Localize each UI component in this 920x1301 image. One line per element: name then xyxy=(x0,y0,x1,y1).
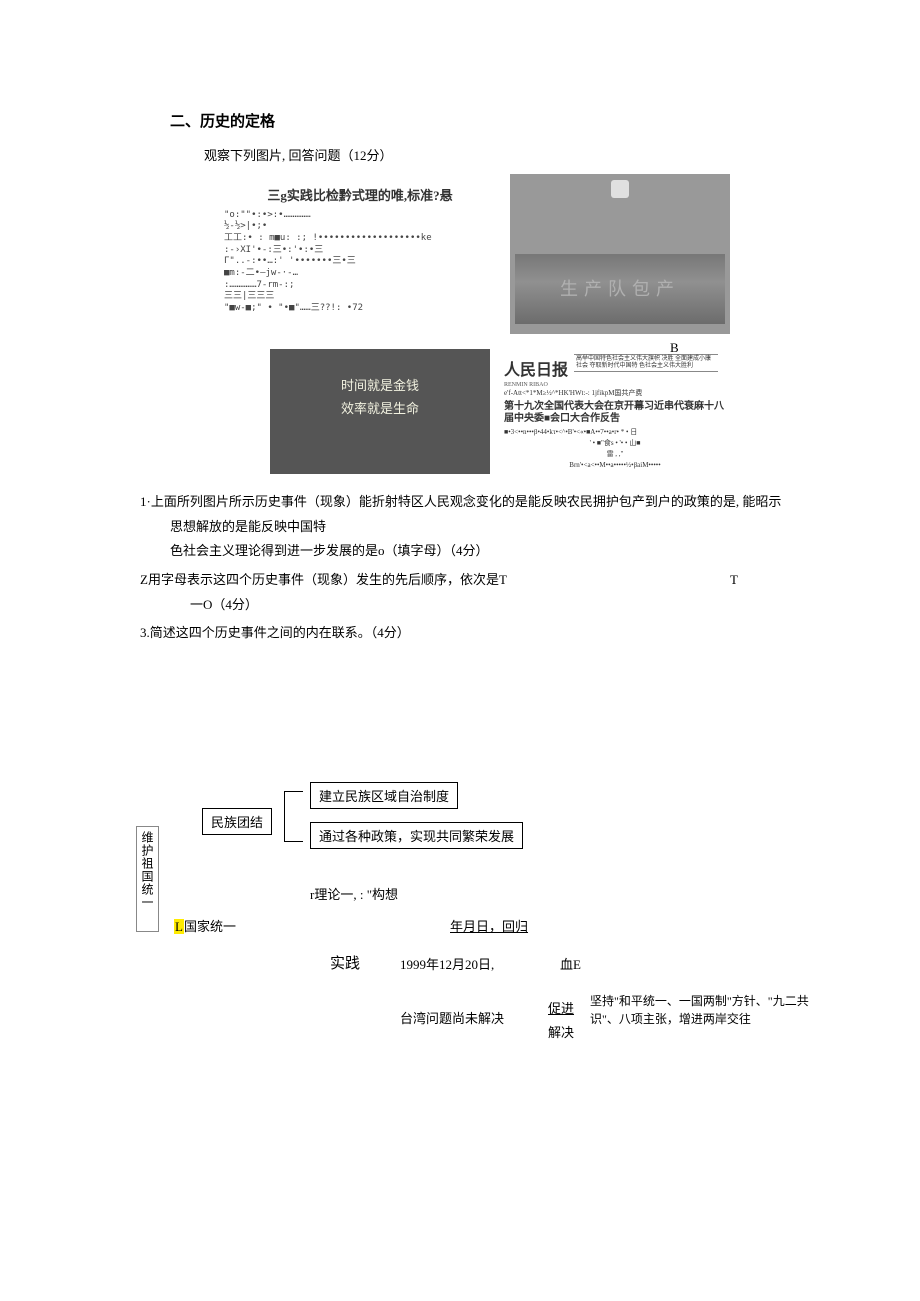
diagram-box-autonomy: 建立民族区域自治制度 xyxy=(310,782,458,809)
image-a-newspaper: 三g实践比检黔式理的唯,标准?悬 "o:""•:•>:•…………… ½-½>|•… xyxy=(220,184,500,334)
image-c-line1: 时间就是金钱 xyxy=(270,375,490,394)
question-2-line1: Z用字母表示这四个历史事件（现象）发生的先后顺序，依次是T T xyxy=(140,568,860,593)
image-b-wall-text: 生产队包产 xyxy=(515,254,725,324)
questions: 1·上面所列图片所示历史事件（现象）能折射特区人民观念变化的是能反映农民拥护包产… xyxy=(170,490,860,646)
diagram-promote-text: 坚持"和平统一、一国两制"方针、"九二共识"、八项主张，增进两岸交往 xyxy=(590,992,810,1028)
section-prompt: 观察下列图片, 回答问题（12分） xyxy=(204,145,860,164)
section-title: 二、历史的定格 xyxy=(170,110,860,131)
diagram-vertical-title: 维护祖国统一 xyxy=(136,826,159,932)
diagram-date: 1999年12月20日, xyxy=(400,954,494,973)
diagram-bracket-unity xyxy=(284,791,303,842)
image-b-photo: 生产队包产 xyxy=(510,174,730,334)
image-d-newspaper: 人民日报 高举中国特色社会主义伟大旗帜 决胜 全面建成小康社会 夺取新时代中国特… xyxy=(500,354,730,474)
image-c-slogan: 时间就是金钱 效率就是生命 xyxy=(270,349,490,474)
diagram-taiwan: 台湾问题尚未解决 xyxy=(400,1008,504,1027)
image-d-masthead-right: 高举中国特色社会主义伟大旗帜 决胜 全面建成小康社会 夺取新时代中国特 色社会主… xyxy=(574,354,718,372)
diagram-promote: 促进 xyxy=(548,998,574,1017)
image-d-headline: 第十九次全国代表大会在京开幕习近串代衰麻十八届中央委■会口大合作反吿 xyxy=(500,399,730,427)
diagram-nation-unify: 国家统一 xyxy=(184,919,236,934)
question-2-left: Z用字母表示这四个历史事件（现象）发生的先后顺序，依次是T xyxy=(140,572,507,587)
image-a-garbled-text: "o:""•:•>:•…………… ½-½>|•;• 工工:• : m■u: :;… xyxy=(224,210,496,315)
image-d-garble1: ■•3<••n•••β•44•kτ•<^•B'•<«•■A••7••a•r• *… xyxy=(500,427,730,438)
question-1-line2: 思想解放的是能反映中国特 xyxy=(170,515,860,540)
image-d-garble2: ' • ■"食s • '• • 山■ xyxy=(500,438,730,449)
question-1-line1: 1·上面所列图片所示历史事件（现象）能折射特区人民观念变化的是能反映农民拥护包产… xyxy=(140,490,860,515)
question-1-line3: 色社会主义理论得到进一步发展的是o（填字母）（4分） xyxy=(170,539,860,564)
images-area: 三g实践比检黔式理的唯,标准?悬 "o:""•:•>:•…………… ½-½>|•… xyxy=(220,174,730,484)
diagram-highlight-letter: L xyxy=(174,919,184,934)
image-b-emblem xyxy=(611,180,629,198)
diagram-blood: 血E xyxy=(560,954,581,973)
image-d-garble4: Brn'•<a<••M••a•••••½•βaiM••••• xyxy=(500,460,730,471)
diagram-box-ethnic-unity: 民族团结 xyxy=(202,808,272,835)
image-d-garble3: 雷 , ," xyxy=(500,449,730,460)
image-d-garble-top: e'f-Att<*1*M≥½^*HK'HWt:-: 1jfikpM国共产费 xyxy=(500,388,730,399)
diagram-solve: 解决 xyxy=(548,1022,574,1041)
diagram-theory-row: r理论一, : "构想 xyxy=(310,884,398,903)
diagram-practice: 实践 xyxy=(330,952,360,973)
image-d-masthead: 人民日报 xyxy=(500,354,572,382)
question-2-line2: 一O（4分） xyxy=(190,593,860,618)
image-c-line2: 效率就是生命 xyxy=(270,398,490,417)
diagram-box-policy: 通过各种政策，实现共同繁荣发展 xyxy=(310,822,523,849)
question-3: 3.简述这四个历史事件之间的内在联系。（4分） xyxy=(140,621,860,646)
diagram-return-label: 年月日，回归 xyxy=(450,916,528,935)
image-a-headline: 三g实践比检黔式理的唯,标准?悬 xyxy=(224,188,496,204)
concept-diagram: 维护祖国统一 民族团结 建立民族区域自治制度 通过各种政策，实现共同繁荣发展 r… xyxy=(140,782,780,1092)
question-2-right: T xyxy=(730,568,738,593)
